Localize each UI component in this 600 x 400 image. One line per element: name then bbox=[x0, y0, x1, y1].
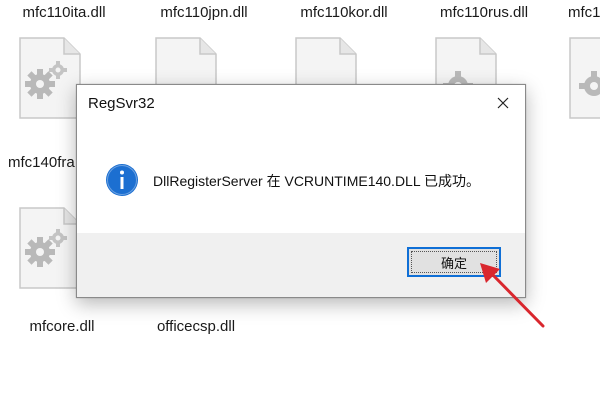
regsvr32-dialog: RegSvr32 DllRegisterServer 在 VCRUNTIME14… bbox=[76, 84, 526, 298]
dialog-titlebar[interactable]: RegSvr32 bbox=[77, 85, 525, 125]
dialog-content: DllRegisterServer 在 VCRUNTIME140.DLL 已成功… bbox=[77, 125, 525, 235]
dialog-footer: 确定 bbox=[77, 233, 525, 297]
file-item[interactable]: mfc1 bbox=[550, 4, 600, 144]
file-label: officecsp.dll bbox=[156, 318, 236, 335]
dll-file-icon bbox=[569, 37, 600, 119]
ok-button-label: 确定 bbox=[440, 256, 467, 272]
file-label: mfcore.dll bbox=[29, 318, 95, 335]
dll-file-icon bbox=[19, 37, 81, 119]
close-button[interactable] bbox=[481, 85, 525, 121]
dll-file-icon bbox=[19, 207, 81, 289]
desktop-stage: mfc110ita.dll mfc110jpn.dll mfc110kor.dl… bbox=[0, 0, 600, 400]
dialog-title: RegSvr32 bbox=[88, 95, 155, 112]
dialog-message: DllRegisterServer 在 VCRUNTIME140.DLL 已成功… bbox=[153, 173, 480, 189]
ok-button[interactable]: 确定 bbox=[407, 247, 501, 277]
file-label: mfc140fra bbox=[8, 154, 75, 171]
info-icon bbox=[106, 164, 138, 196]
close-icon bbox=[497, 97, 509, 109]
